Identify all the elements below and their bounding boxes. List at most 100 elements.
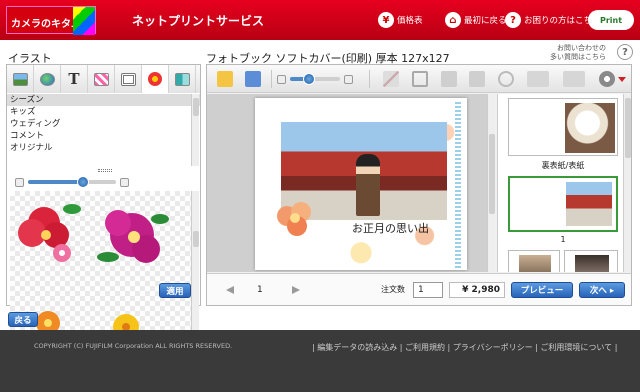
page-gutter <box>455 102 461 270</box>
faq-help-icon[interactable]: ? <box>617 44 633 60</box>
zoom-in-icon[interactable] <box>344 74 353 84</box>
canvas-scroll-thumb[interactable] <box>489 134 495 214</box>
flower-icon <box>148 72 162 86</box>
cover-thumbnail[interactable] <box>508 98 618 156</box>
page-flower-illust[interactable] <box>275 202 317 236</box>
magic-wand-icon[interactable] <box>383 71 399 87</box>
settings-gear-icon[interactable] <box>599 71 615 87</box>
tab-frame[interactable] <box>115 65 142 93</box>
zoom-out-icon[interactable] <box>15 177 24 187</box>
toolbar-separator <box>369 70 370 88</box>
layout-icon <box>174 72 190 86</box>
page-zoom-knob[interactable] <box>303 73 315 85</box>
quantity-input[interactable]: 1 <box>413 282 443 298</box>
page-zoom-slider[interactable] <box>290 73 340 85</box>
flip-horizontal-icon[interactable] <box>527 71 549 87</box>
next-page-icon[interactable] <box>291 285 301 295</box>
thumbnail-scrollbar[interactable] <box>623 94 631 272</box>
gallery-scrollbar[interactable] <box>191 191 199 337</box>
logo-color-stripe <box>73 7 95 35</box>
faq-text-line1: お問い合わせの <box>557 44 606 52</box>
faq-link[interactable]: お問い合わせの 多い質問はこちら <box>550 44 606 62</box>
flip-vertical-icon[interactable] <box>563 71 585 87</box>
next-button[interactable]: 次へ ▸ <box>579 282 625 298</box>
prev-page-icon[interactable] <box>225 285 235 295</box>
category-item[interactable]: シーズン <box>7 94 200 106</box>
home-icon: ⌂ <box>445 12 461 28</box>
illust-panel: T シーズン キッズ ウェディング コメント オリジナル 適用 <box>6 64 201 337</box>
delete-icon[interactable] <box>498 71 514 87</box>
gallery-scroll-thumb[interactable] <box>193 231 199 247</box>
category-item[interactable]: ウェディング <box>7 118 200 130</box>
category-item[interactable]: オリジナル <box>7 142 200 154</box>
page3-thumbnail[interactable] <box>564 250 618 272</box>
price-list-link[interactable]: ¥ 価格表 <box>378 11 423 29</box>
arrange-icon[interactable] <box>441 71 457 87</box>
page1-label: 1 <box>560 235 566 244</box>
splitter-handle[interactable] <box>98 169 112 172</box>
editor-navbar: 1 注文数 1 ¥ 2,980 プレビュー 次へ ▸ <box>207 273 631 305</box>
page3-photo <box>575 255 609 272</box>
home-label: 最初に戻る <box>464 16 507 26</box>
tab-text[interactable]: T <box>61 65 88 93</box>
page-caption[interactable]: お正月の思い出 <box>352 220 429 236</box>
text-t-icon: T <box>68 70 80 88</box>
tab-pattern[interactable] <box>88 65 115 93</box>
page1-thumbnail[interactable] <box>508 176 618 232</box>
illust-zoom-knob[interactable] <box>76 176 89 188</box>
yen-icon: ¥ <box>378 12 394 28</box>
help-icon: ? <box>505 12 521 28</box>
photo-person <box>356 154 380 216</box>
thumbnail-scroll-thumb[interactable] <box>625 98 631 158</box>
canvas-scrollbar[interactable] <box>487 94 495 272</box>
tab-illust[interactable] <box>142 65 169 93</box>
hibiscus-purple-illust[interactable] <box>97 210 169 263</box>
cover-label: 裏表紙/表紙 <box>541 161 585 170</box>
category-scroll-thumb[interactable] <box>193 98 199 116</box>
illust-toolbar: T <box>7 65 200 93</box>
tab-background[interactable] <box>7 65 34 93</box>
service-title: ネットプリントサービス <box>132 14 265 28</box>
kitamura-logo[interactable]: カメラのキタムラ <box>6 6 96 35</box>
home-link[interactable]: ⌂ 最初に戻る <box>445 11 507 29</box>
book-page[interactable]: お正月の思い出 <box>255 98 467 270</box>
back-button[interactable]: 戻る <box>8 312 38 327</box>
category-item[interactable]: コメント <box>7 130 200 142</box>
category-scrollbar[interactable] <box>191 94 199 166</box>
page1-photo <box>566 182 612 226</box>
frame-icon <box>120 72 136 86</box>
help-link[interactable]: ? お困りの方はこちら <box>505 11 601 29</box>
zoom-in-icon[interactable] <box>120 177 129 187</box>
landscape-icon <box>12 72 28 86</box>
page-thumbnail-list: 裏表紙/表紙 1 <box>497 94 631 272</box>
page2-thumbnail[interactable] <box>508 250 560 272</box>
save-icon[interactable] <box>245 71 261 87</box>
tab-global[interactable] <box>34 65 61 93</box>
editor-panel: お正月の思い出 裏表紙/表紙 1 1 注文数 1 ¥ 2,980 プレビュー 次… <box>206 64 632 306</box>
cover-dog-photo <box>565 103 615 153</box>
settings-dropdown-icon[interactable] <box>618 77 626 82</box>
price-display: ¥ 2,980 <box>449 282 505 298</box>
apply-button[interactable]: 適用 <box>159 283 191 298</box>
page-canvas: お正月の思い出 <box>207 94 493 272</box>
toolbar-separator <box>271 70 272 88</box>
print-logo: Print <box>588 10 634 30</box>
rotate-icon[interactable] <box>469 71 485 87</box>
zoom-out-icon[interactable] <box>277 74 286 84</box>
hibiscus-red-illust[interactable] <box>18 204 81 248</box>
faq-text-line2: 多い質問はこちら <box>550 53 606 61</box>
tab-layout[interactable] <box>169 65 196 93</box>
open-folder-icon[interactable] <box>217 71 233 87</box>
footer-links[interactable]: | 編集データの読み込み | ご利用規約 | プライバシーポリシー | ご利用環… <box>312 342 617 353</box>
preview-button[interactable]: プレビュー <box>511 282 573 298</box>
illust-zoom-slider[interactable] <box>28 176 116 188</box>
price-list-label: 価格表 <box>397 16 423 26</box>
category-item[interactable]: キッズ <box>7 106 200 118</box>
page-zoom-control <box>277 72 353 86</box>
crop-icon[interactable] <box>412 71 428 87</box>
small-flower-illust[interactable] <box>53 244 71 262</box>
page2-photo <box>519 255 551 272</box>
copyright-text: COPYRIGHT (C) FUJIFILM Corporation ALL R… <box>34 342 233 350</box>
footer: COPYRIGHT (C) FUJIFILM Corporation ALL R… <box>0 330 640 392</box>
page-number: 1 <box>257 285 263 295</box>
